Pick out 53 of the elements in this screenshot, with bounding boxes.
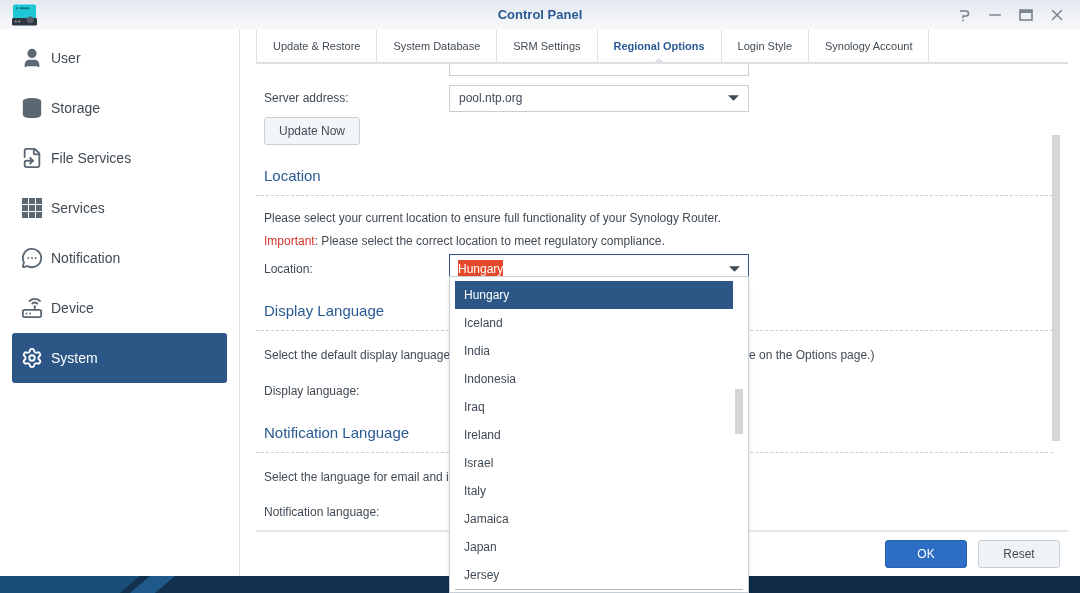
field-label: Server address: bbox=[264, 90, 350, 107]
dropdown-field[interactable]: pool.ntp.org bbox=[449, 84, 749, 112]
tab[interactable]: SRM Settings bbox=[496, 30, 597, 62]
field-label: Notification language: bbox=[264, 504, 380, 521]
sidebar-item[interactable]: System bbox=[12, 333, 227, 383]
description-text: Please select your current location to ensure full functionality of your Synology Router. bbox=[264, 210, 722, 227]
field-label: Location: bbox=[264, 260, 314, 278]
router-icon bbox=[21, 297, 43, 319]
grid-icon bbox=[21, 197, 43, 219]
dropdown-option[interactable]: Jamaica bbox=[455, 505, 733, 533]
dropdown-option[interactable]: Hungary bbox=[455, 281, 733, 309]
file-transfer-icon bbox=[21, 147, 43, 169]
sidebar-item[interactable]: Notification bbox=[12, 233, 227, 283]
maximize-icon[interactable] bbox=[1018, 7, 1034, 23]
dropdown-option[interactable]: Italy bbox=[455, 477, 733, 505]
app-logo-icon bbox=[12, 4, 37, 26]
update-now-button[interactable]: Update Now bbox=[264, 117, 360, 145]
window-title: Control Panel bbox=[497, 6, 583, 25]
ok-button[interactable]: OK bbox=[885, 540, 967, 568]
tab[interactable]: Update & Restore bbox=[256, 30, 377, 62]
sidebar-item[interactable]: Services bbox=[12, 183, 227, 233]
dropdown-option[interactable]: Indonesia bbox=[455, 365, 733, 393]
section-heading: Location bbox=[264, 166, 321, 187]
dropdown-option[interactable]: Japan bbox=[455, 533, 733, 561]
chat-bubble-icon bbox=[21, 247, 43, 269]
dropdown-option[interactable]: Iraq bbox=[455, 393, 733, 421]
database-icon bbox=[21, 97, 43, 119]
section-heading: Notification Language bbox=[264, 423, 410, 444]
sidebar-item[interactable]: Storage bbox=[12, 83, 227, 133]
sidebar-item[interactable]: File Services bbox=[12, 133, 227, 183]
important-note: Important: Please select the correct location to meet regulatory compliance. bbox=[264, 233, 666, 250]
scrollbar bbox=[735, 389, 743, 434]
dropdown-option[interactable]: India bbox=[455, 337, 733, 365]
sidebar-item[interactable]: Device bbox=[12, 283, 227, 333]
description-text: e on the Options page.) bbox=[749, 347, 875, 364]
reset-button[interactable]: Reset bbox=[978, 540, 1060, 568]
dropdown-option[interactable]: Iceland bbox=[455, 309, 733, 337]
tab[interactable]: Synology Account bbox=[808, 30, 930, 62]
sidebar-item[interactable]: User bbox=[12, 33, 227, 83]
input-field[interactable] bbox=[449, 64, 749, 76]
caret-icon bbox=[728, 95, 739, 101]
tab[interactable]: Login Style bbox=[720, 30, 808, 62]
dropdown-option[interactable]: Jersey bbox=[455, 561, 733, 589]
section-heading: Display Language bbox=[264, 301, 385, 322]
tab[interactable]: Regional Options bbox=[596, 30, 721, 62]
settings-icon bbox=[21, 347, 43, 369]
dropdown-option[interactable]: Israel bbox=[455, 449, 733, 477]
caret-icon bbox=[729, 265, 740, 272]
dropdown-option[interactable]: Ireland bbox=[455, 421, 733, 449]
description-text: Select the default display language bbox=[264, 348, 451, 362]
field-label: Display language: bbox=[264, 383, 360, 400]
description-text: Select the language for email and i bbox=[264, 469, 449, 486]
tab[interactable]: System Database bbox=[376, 30, 497, 62]
